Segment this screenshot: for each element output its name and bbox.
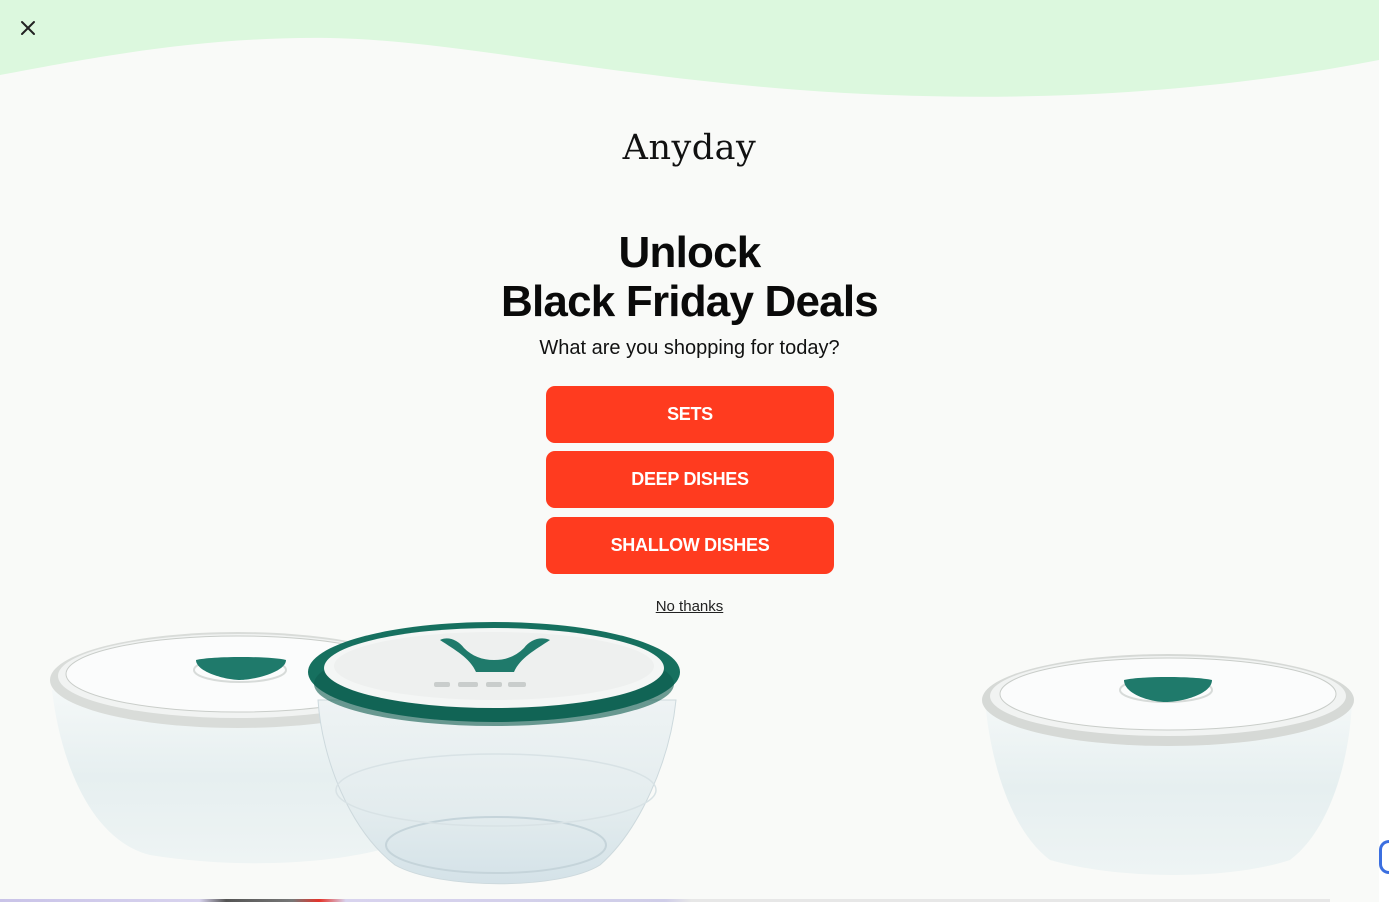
brand-logo: Anyday	[622, 128, 757, 168]
right-edge-strip	[1379, 0, 1389, 902]
promo-popup: Anyday Unlock Black Friday Deals What ar…	[0, 0, 1389, 902]
headline-line-2: Black Friday Deals	[501, 277, 879, 326]
product-images	[50, 622, 1354, 885]
deep-dishes-button[interactable]: DEEP DISHES	[546, 451, 834, 508]
frosted-shallow-dish-image	[982, 654, 1354, 875]
popup-headline: Unlock Black Friday Deals	[0, 228, 1379, 326]
popup-subheading: What are you shopping for today?	[539, 337, 840, 359]
close-button[interactable]	[14, 14, 42, 42]
headline-line-1: Unlock	[618, 228, 762, 277]
sets-button[interactable]: SETS	[546, 386, 834, 443]
close-icon	[21, 21, 35, 35]
shallow-dishes-button[interactable]: SHALLOW DISHES	[546, 517, 834, 574]
top-wave-decoration	[0, 0, 1379, 97]
chat-widget-edge[interactable]	[1379, 840, 1389, 874]
